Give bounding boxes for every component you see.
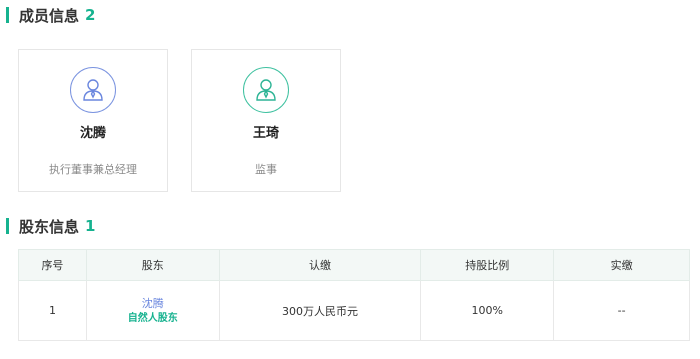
members-section-title: 成员信息 2 bbox=[6, 5, 95, 25]
header-index: 序号 bbox=[18, 249, 87, 281]
table-header-row: 序号 股东 认缴 持股比例 实缴 bbox=[18, 249, 690, 281]
holder-name-link[interactable]: 沈腾 bbox=[87, 296, 219, 312]
cell-index: 1 bbox=[18, 280, 87, 341]
shareholders-count: 1 bbox=[85, 217, 96, 235]
cell-ratio: 100% bbox=[420, 280, 555, 341]
member-name[interactable]: 沈腾 bbox=[19, 122, 167, 141]
title-accent-bar bbox=[6, 218, 9, 234]
shareholders-title-text: 股东信息 bbox=[19, 217, 80, 236]
table-row: 1 沈腾 自然人股东 300万人民币元 100% -- bbox=[18, 280, 690, 341]
user-icon bbox=[70, 67, 116, 113]
cell-subscribed: 300万人民币元 bbox=[218, 280, 422, 341]
cell-paid: -- bbox=[553, 280, 690, 341]
header-subscribed: 认缴 bbox=[218, 249, 422, 281]
member-role: 执行董事兼总经理 bbox=[49, 163, 137, 176]
member-card[interactable]: 王琦 监事 bbox=[191, 49, 341, 192]
cell-holder: 沈腾 自然人股东 bbox=[85, 280, 220, 341]
holder-type-badge: 自然人股东 bbox=[127, 312, 178, 324]
user-icon bbox=[243, 67, 289, 113]
header-paid: 实缴 bbox=[553, 249, 690, 281]
header-holder: 股东 bbox=[85, 249, 220, 281]
shareholder-table: 序号 股东 认缴 持股比例 实缴 1 沈腾 自然人股东 300万人民币元 100… bbox=[18, 249, 690, 341]
shareholders-section-title: 股东信息 1 bbox=[6, 216, 95, 236]
members-title-text: 成员信息 bbox=[19, 6, 80, 25]
members-count: 2 bbox=[85, 6, 96, 24]
member-role: 监事 bbox=[255, 163, 277, 176]
member-name[interactable]: 王琦 bbox=[192, 122, 340, 141]
header-ratio: 持股比例 bbox=[420, 249, 555, 281]
member-card[interactable]: 沈腾 执行董事兼总经理 bbox=[18, 49, 168, 192]
title-accent-bar bbox=[6, 7, 9, 23]
